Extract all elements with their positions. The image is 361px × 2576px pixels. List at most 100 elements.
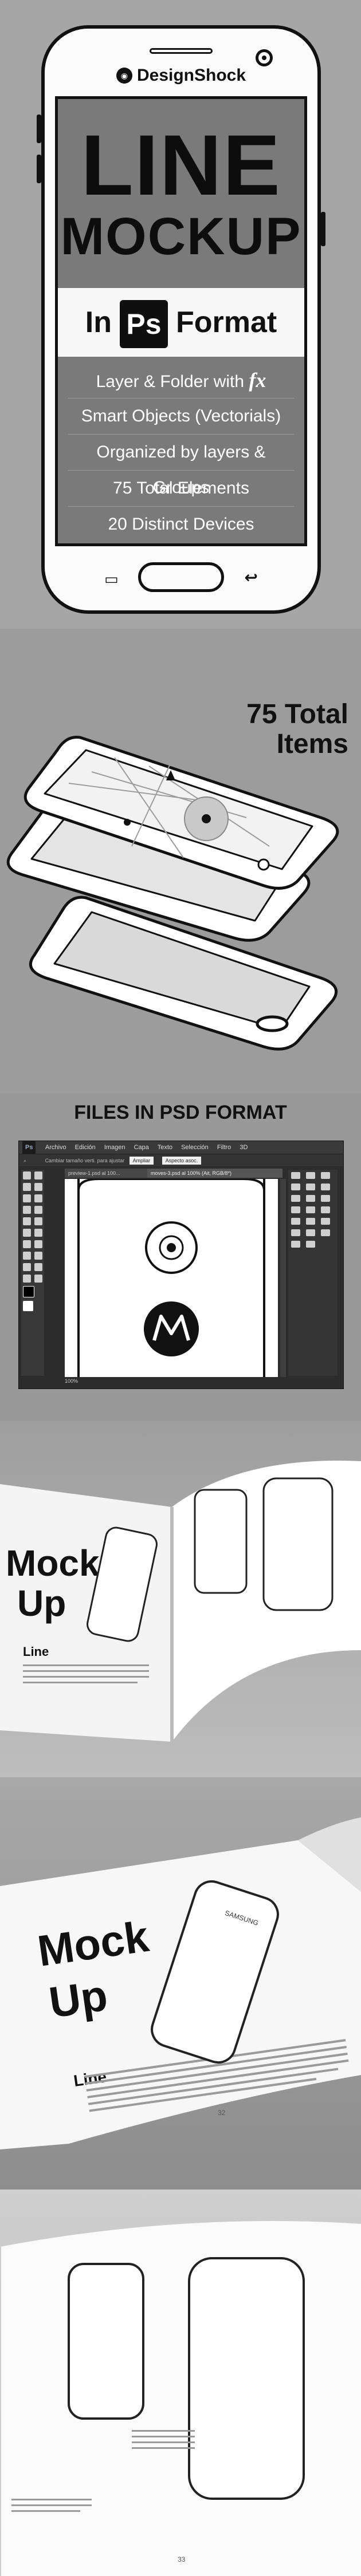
eraser-tool-icon[interactable] bbox=[23, 1229, 31, 1237]
panel-icon[interactable] bbox=[291, 1218, 300, 1225]
zoom-level: 100% bbox=[65, 1378, 79, 1384]
panel-icon[interactable] bbox=[291, 1206, 300, 1213]
panel-icon[interactable] bbox=[291, 1172, 300, 1179]
resize-option[interactable]: Cambiar tamaño verti. para ajustar bbox=[45, 1158, 125, 1163]
tools-panel bbox=[21, 1170, 44, 1376]
speaker-dot bbox=[124, 819, 131, 826]
book-2-illustration: Mock Up Line 32 SAMSUNG bbox=[0, 1817, 361, 2149]
dodge-tool-icon[interactable] bbox=[34, 1240, 42, 1248]
aspect-option-button[interactable]: Aspecto asoc. bbox=[162, 1157, 202, 1165]
stacked-phones-illustration bbox=[6, 735, 339, 1051]
blur-tool-icon[interactable] bbox=[23, 1240, 31, 1248]
path-tool-icon[interactable] bbox=[23, 1263, 31, 1271]
panel-icon[interactable] bbox=[321, 1184, 330, 1190]
foreground-color-icon[interactable] bbox=[23, 1286, 34, 1297]
stamp-tool-icon[interactable] bbox=[23, 1217, 31, 1225]
hero-phone: ◉ DesignShock LINE MOCKUP In Ps Format Laye… bbox=[37, 25, 325, 614]
recent-apps-icon: ▭ bbox=[104, 570, 119, 587]
panel-icon[interactable] bbox=[306, 1195, 315, 1202]
eyedropper-tool-icon[interactable] bbox=[34, 1194, 42, 1202]
title-mockup: MOCKUP bbox=[60, 207, 302, 266]
format-row: In Ps Format bbox=[58, 288, 304, 357]
panel-icon[interactable] bbox=[321, 1206, 330, 1213]
panel-icon[interactable] bbox=[321, 1172, 330, 1179]
panel-icon[interactable] bbox=[291, 1184, 300, 1190]
feature-item: 20 Distinct Devices bbox=[108, 515, 254, 534]
menu-item[interactable]: Filtro bbox=[217, 1144, 231, 1151]
panel-icon[interactable] bbox=[291, 1241, 300, 1248]
items-title: 75 Total Items bbox=[246, 699, 348, 759]
panel-icon[interactable] bbox=[306, 1241, 315, 1248]
format-label: Format bbox=[175, 306, 277, 339]
menu-item[interactable]: Texto bbox=[158, 1144, 172, 1151]
brand-logo: ◉ DesignShock bbox=[45, 65, 317, 85]
pen-tool-icon[interactable] bbox=[23, 1252, 31, 1260]
canvas-scrollbar[interactable] bbox=[280, 1179, 286, 1377]
book-1-mock: Mock bbox=[6, 1543, 100, 1584]
panel-icon[interactable] bbox=[306, 1184, 315, 1190]
psd-title: FILES IN PSD FORMAT bbox=[74, 1102, 287, 1123]
panel-icon[interactable] bbox=[306, 1229, 315, 1236]
wand-tool-icon[interactable] bbox=[34, 1183, 42, 1191]
options-bar: ⌕ Cambiar tamaño verti. para ajustar Amp… bbox=[19, 1154, 343, 1166]
heal-tool-icon[interactable] bbox=[23, 1206, 31, 1214]
history-tool-icon[interactable] bbox=[34, 1217, 42, 1225]
panel-icon[interactable] bbox=[321, 1229, 330, 1236]
feature-item: Organized by layers & Groups bbox=[68, 435, 294, 497]
menu-item[interactable]: Selección bbox=[181, 1144, 209, 1151]
document-tab-active[interactable]: moves-3.psd al 100% (Ait, RGB/8*) bbox=[147, 1169, 282, 1178]
power-button bbox=[321, 212, 325, 246]
feature-item: Layer & Folder with fx bbox=[68, 362, 294, 399]
in-label: In bbox=[85, 306, 112, 339]
book-2-page-number: 32 bbox=[218, 2109, 226, 2117]
crop-tool-icon[interactable] bbox=[23, 1194, 31, 1202]
shape-tool-icon[interactable] bbox=[34, 1263, 42, 1271]
zoom-tool-icon[interactable]: ⌕ bbox=[23, 1158, 26, 1163]
book-mockup-1: Mock Up Line bbox=[0, 1421, 361, 1777]
panel-icon[interactable] bbox=[306, 1206, 315, 1213]
panel-icon[interactable] bbox=[291, 1229, 300, 1236]
book-3-illustration: 33 bbox=[0, 2221, 361, 2576]
marquee-tool-icon[interactable] bbox=[34, 1171, 42, 1179]
panel-icon[interactable] bbox=[321, 1218, 330, 1225]
ps-logo-icon: Ps bbox=[22, 1141, 36, 1154]
menu-item[interactable]: Archivo bbox=[45, 1144, 66, 1151]
phone-speaker bbox=[150, 48, 213, 54]
zoom-tool-icon[interactable] bbox=[34, 1275, 42, 1283]
gradient-tool-icon[interactable] bbox=[34, 1229, 42, 1237]
background-color-icon[interactable] bbox=[23, 1301, 33, 1311]
page: ◉ DesignShock LINE MOCKUP In Ps Format Laye… bbox=[0, 0, 361, 2576]
fx-icon: fx bbox=[249, 369, 266, 392]
hand-tool-icon[interactable] bbox=[23, 1275, 31, 1283]
canvas[interactable] bbox=[65, 1178, 278, 1377]
right-panels bbox=[288, 1170, 338, 1376]
feature-item: 75 Total Elements bbox=[68, 471, 294, 507]
phone-screen: LINE MOCKUP In Ps Format Layer & Folder wi… bbox=[55, 96, 307, 546]
front-camera-icon bbox=[256, 49, 273, 66]
panel-icon[interactable] bbox=[306, 1172, 315, 1179]
feature-item: Smart Objects (Vectorials) bbox=[68, 399, 294, 435]
home-button-icon bbox=[256, 1015, 289, 1032]
photoshop-icon: Ps bbox=[119, 300, 168, 349]
panel-icon[interactable] bbox=[291, 1195, 300, 1202]
brush-tool-icon[interactable] bbox=[34, 1206, 42, 1214]
panel-icon[interactable] bbox=[306, 1218, 315, 1225]
panel-icon[interactable] bbox=[321, 1195, 330, 1202]
book-3-page bbox=[0, 2221, 361, 2576]
menu-bar: Ps Archivo Edición Imagen Capa Texto Sel… bbox=[19, 1141, 343, 1154]
zoom-option-button[interactable]: Ampliar bbox=[129, 1157, 154, 1165]
menu-item[interactable]: Edición bbox=[75, 1144, 96, 1151]
volume-down-button bbox=[37, 155, 41, 183]
book-mockup-3: 33 bbox=[0, 2190, 361, 2576]
designshock-logo-icon: ◉ bbox=[116, 68, 132, 84]
menu-item[interactable]: Imagen bbox=[104, 1144, 125, 1151]
menu-item[interactable]: 3D bbox=[240, 1144, 248, 1151]
lasso-tool-icon[interactable] bbox=[23, 1183, 31, 1191]
type-tool-icon[interactable] bbox=[34, 1252, 42, 1260]
menu-item[interactable]: Capa bbox=[134, 1144, 149, 1151]
brand-name: DesignShock bbox=[136, 66, 246, 85]
book-2-up: Up bbox=[46, 1971, 111, 2027]
hero-section: ◉ DesignShock LINE MOCKUP In Ps Format Laye… bbox=[0, 0, 361, 629]
motorola-logo-icon bbox=[144, 1301, 199, 1356]
move-tool-icon[interactable] bbox=[23, 1171, 31, 1179]
